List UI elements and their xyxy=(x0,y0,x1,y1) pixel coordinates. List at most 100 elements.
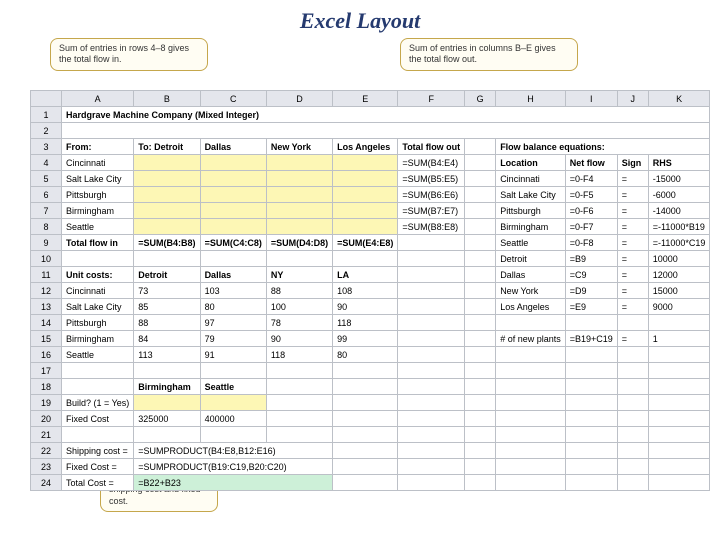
cell-A16[interactable]: Seattle xyxy=(62,347,134,363)
cell-H7[interactable]: Pittsburgh xyxy=(496,203,566,219)
col-D[interactable]: D xyxy=(266,91,332,107)
cell-A8[interactable]: Seattle xyxy=(62,219,134,235)
cell-A1[interactable]: Hardgrave Machine Company (Mixed Integer… xyxy=(62,107,710,123)
cell-C18[interactable]: Seattle xyxy=(200,379,266,395)
cell-H11[interactable]: Dallas xyxy=(496,267,566,283)
cell-I9[interactable]: =0-F8 xyxy=(565,235,617,251)
cell-E3[interactable]: Los Angeles xyxy=(333,139,398,155)
col-F[interactable]: F xyxy=(398,91,465,107)
cell-E12[interactable]: 108 xyxy=(333,283,398,299)
cell-D11[interactable]: NY xyxy=(266,267,332,283)
cell-B12[interactable]: 73 xyxy=(134,283,200,299)
cell-D14[interactable]: 78 xyxy=(266,315,332,331)
cell-A15[interactable]: Birmingham xyxy=(62,331,134,347)
cell-J5[interactable]: = xyxy=(617,171,648,187)
cell-B13[interactable]: 85 xyxy=(134,299,200,315)
cell-I10[interactable]: =B9 xyxy=(565,251,617,267)
cell-B16[interactable]: 113 xyxy=(134,347,200,363)
cell-B19[interactable] xyxy=(134,395,200,411)
cell-A11[interactable]: Unit costs: xyxy=(62,267,134,283)
cell-H12[interactable]: New York xyxy=(496,283,566,299)
rowhead-2[interactable]: 2 xyxy=(31,123,62,139)
cell-I11[interactable]: =C9 xyxy=(565,267,617,283)
cell-C4[interactable] xyxy=(200,155,266,171)
cell-G3[interactable] xyxy=(465,139,496,155)
cell-F4[interactable]: =SUM(B4:E4) xyxy=(398,155,465,171)
cell-C12[interactable]: 103 xyxy=(200,283,266,299)
cell-C15[interactable]: 79 xyxy=(200,331,266,347)
cell-I15[interactable]: =B19+C19 xyxy=(565,331,617,347)
cell-I13[interactable]: =E9 xyxy=(565,299,617,315)
col-H[interactable]: H xyxy=(496,91,566,107)
cell-H3[interactable]: Flow balance equations: xyxy=(496,139,710,155)
cell-B23[interactable]: =SUMPRODUCT(B19:C19,B20:C20) xyxy=(134,459,333,475)
cell-B15[interactable]: 84 xyxy=(134,331,200,347)
cell-B9[interactable]: =SUM(B4:B8) xyxy=(134,235,200,251)
cell-A12[interactable]: Cincinnati xyxy=(62,283,134,299)
cell-I5[interactable]: =0-F4 xyxy=(565,171,617,187)
cell-C11[interactable]: Dallas xyxy=(200,267,266,283)
cell-B3[interactable]: To: Detroit xyxy=(134,139,200,155)
cell-D13[interactable]: 100 xyxy=(266,299,332,315)
cell-A14[interactable]: Pittsburgh xyxy=(62,315,134,331)
cell-H5[interactable]: Cincinnati xyxy=(496,171,566,187)
cell-J12[interactable]: = xyxy=(617,283,648,299)
cell-D9[interactable]: =SUM(D4:D8) xyxy=(266,235,332,251)
cell-J6[interactable]: = xyxy=(617,187,648,203)
cell-J8[interactable]: = xyxy=(617,219,648,235)
rowhead-3[interactable]: 3 xyxy=(31,139,62,155)
cell-H15[interactable]: # of new plants xyxy=(496,331,566,347)
col-I[interactable]: I xyxy=(565,91,617,107)
cell-J7[interactable]: = xyxy=(617,203,648,219)
cell-A5[interactable]: Salt Lake City xyxy=(62,171,134,187)
cell-H10[interactable]: Detroit xyxy=(496,251,566,267)
cell-C13[interactable]: 80 xyxy=(200,299,266,315)
cell-C3[interactable]: Dallas xyxy=(200,139,266,155)
cell-A24[interactable]: Total Cost = xyxy=(62,475,134,491)
cell-F5[interactable]: =SUM(B5:E5) xyxy=(398,171,465,187)
cell-J15[interactable]: = xyxy=(617,331,648,347)
cell-E11[interactable]: LA xyxy=(333,267,398,283)
cell-K7[interactable]: -14000 xyxy=(648,203,710,219)
cell-C16[interactable]: 91 xyxy=(200,347,266,363)
col-G[interactable]: G xyxy=(465,91,496,107)
cell-A3[interactable]: From: xyxy=(62,139,134,155)
cell-B20[interactable]: 325000 xyxy=(134,411,200,427)
cell-H13[interactable]: Los Angeles xyxy=(496,299,566,315)
cell-B14[interactable]: 88 xyxy=(134,315,200,331)
cell-H9[interactable]: Seattle xyxy=(496,235,566,251)
cell-F8[interactable]: =SUM(B8:E8) xyxy=(398,219,465,235)
cell-F3[interactable]: Total flow out xyxy=(398,139,465,155)
cell-J13[interactable]: = xyxy=(617,299,648,315)
col-J[interactable]: J xyxy=(617,91,648,107)
col-C[interactable]: C xyxy=(200,91,266,107)
cell-K11[interactable]: 12000 xyxy=(648,267,710,283)
cell-F6[interactable]: =SUM(B6:E6) xyxy=(398,187,465,203)
cell-J10[interactable]: = xyxy=(617,251,648,267)
cell-H8[interactable]: Birmingham xyxy=(496,219,566,235)
cell-K13[interactable]: 9000 xyxy=(648,299,710,315)
cell-B4[interactable] xyxy=(134,155,200,171)
rowhead-1[interactable]: 1 xyxy=(31,107,62,123)
cell-A13[interactable]: Salt Lake City xyxy=(62,299,134,315)
cell-J9[interactable]: = xyxy=(617,235,648,251)
cell-B24[interactable]: =B22+B23 xyxy=(134,475,333,491)
cell-A20[interactable]: Fixed Cost xyxy=(62,411,134,427)
cell-A23[interactable]: Fixed Cost = xyxy=(62,459,134,475)
cell-I4[interactable]: Net flow xyxy=(565,155,617,171)
cell-E9[interactable]: =SUM(E4:E8) xyxy=(333,235,398,251)
cell-K12[interactable]: 15000 xyxy=(648,283,710,299)
cell-K5[interactable]: -15000 xyxy=(648,171,710,187)
cell-J11[interactable]: = xyxy=(617,267,648,283)
cell-I6[interactable]: =0-F5 xyxy=(565,187,617,203)
cell-F7[interactable]: =SUM(B7:E7) xyxy=(398,203,465,219)
cell-I12[interactable]: =D9 xyxy=(565,283,617,299)
cell-E13[interactable]: 90 xyxy=(333,299,398,315)
cell-K15[interactable]: 1 xyxy=(648,331,710,347)
cell-A9[interactable]: Total flow in xyxy=(62,235,134,251)
cell-A6[interactable]: Pittsburgh xyxy=(62,187,134,203)
col-K[interactable]: K xyxy=(648,91,710,107)
cell-K9[interactable]: =-11000*C19 xyxy=(648,235,710,251)
cell-C9[interactable]: =SUM(C4:C8) xyxy=(200,235,266,251)
cell-A22[interactable]: Shipping cost = xyxy=(62,443,134,459)
